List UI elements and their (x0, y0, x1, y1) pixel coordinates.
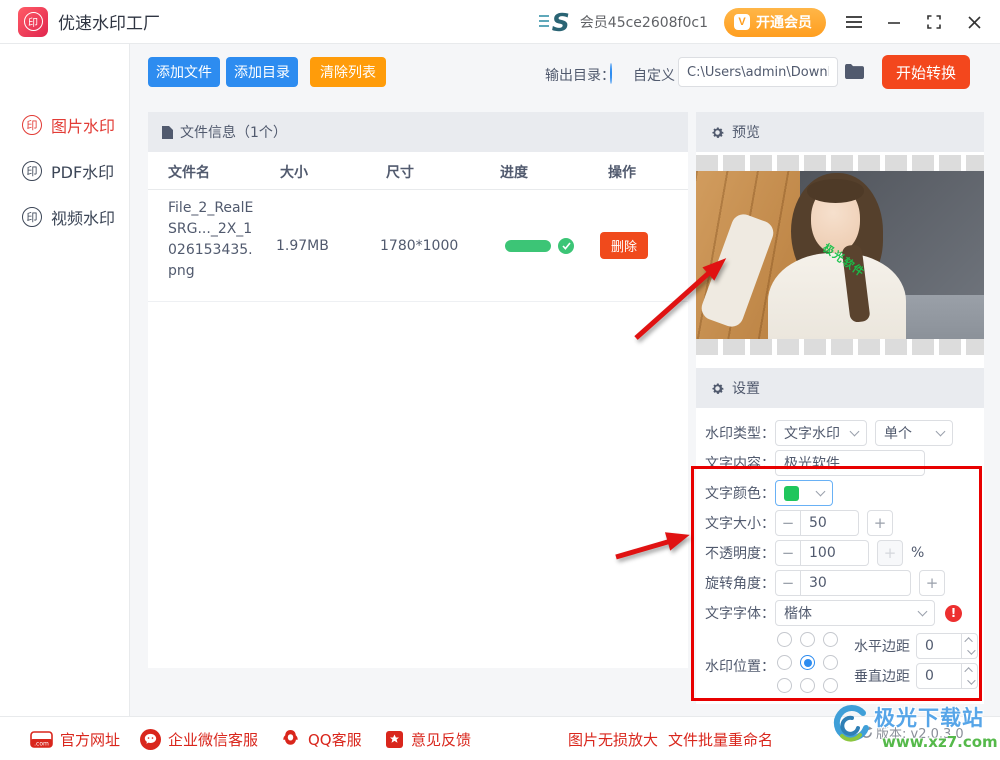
lossless-enlarge-link[interactable]: 图片无损放大 (568, 717, 658, 760)
watermark-mode-select[interactable]: 单个 (875, 420, 953, 446)
progress-bar (505, 240, 551, 252)
start-convert-button[interactable]: 开始转换 (882, 55, 970, 89)
file-size: 1.97MB (276, 238, 329, 254)
output-dir-label: 输出目录： (545, 65, 615, 85)
sidebar: 印 图片水印 印 PDF水印 印 视频水印 (0, 44, 130, 716)
feedback-link[interactable]: 意见反馈 (385, 717, 471, 760)
wechat-icon (140, 729, 161, 750)
app-window: 印 优速水印工厂 S 会员45ce2608f0c1 V 开通会员 (0, 0, 1000, 760)
preview-header: 预览 (696, 112, 984, 152)
file-panel: 文件信息（1个） 文件名 大小 尺寸 进度 操作 File_2_RealESRG… (148, 112, 688, 668)
footer: .com 官方网址 企业微信客服 QQ客服 意见反馈 图片无损放大 文件批量重命… (0, 716, 1000, 760)
wechat-service-label: 企业微信客服 (168, 729, 258, 750)
qq-service-label: QQ客服 (308, 729, 362, 750)
titlebar: 印 优速水印工厂 S 会员45ce2608f0c1 V 开通会员 (0, 0, 1000, 44)
close-button[interactable] (954, 0, 994, 44)
watermark-type-label: 水印类型： (705, 423, 775, 443)
stamp-icon: 印 (22, 115, 42, 135)
feedback-icon (385, 730, 404, 749)
official-site-link[interactable]: .com 官方网址 (30, 717, 120, 760)
filmstrip-top (696, 155, 984, 171)
gear-icon (710, 381, 725, 396)
add-directory-button[interactable]: 添加目录 (226, 57, 298, 87)
photo-sweater (768, 253, 906, 339)
lossless-enlarge-label: 图片无损放大 (568, 729, 658, 750)
clear-list-button[interactable]: 清除列表 (310, 57, 386, 87)
watermark-type-value: 文字水印 (784, 423, 840, 443)
wechat-service-link[interactable]: 企业微信客服 (140, 717, 258, 760)
chevron-down-icon (936, 427, 946, 437)
row-watermark-type: 水印类型： 文字水印 单个 (705, 418, 953, 448)
speed-logo-icon: S (552, 8, 570, 37)
member-id: 会员45ce2608f0c1 (580, 12, 708, 32)
watermark-mode-value: 单个 (884, 423, 912, 443)
chevron-down-icon (850, 427, 860, 437)
sidebar-item-video-watermark[interactable]: 印 视频水印 (0, 194, 129, 240)
titlebar-right: S 会员45ce2608f0c1 V 开通会员 (552, 0, 1000, 44)
custom-output-label: 自定义 (633, 65, 675, 85)
sidebar-item-label: PDF水印 (51, 159, 114, 183)
svg-text:.com: .com (34, 740, 49, 747)
official-site-label: 官方网址 (60, 729, 120, 750)
done-check-icon (558, 238, 574, 254)
sidebar-item-label: 图片水印 (51, 113, 115, 137)
settings-header: 设置 (696, 368, 984, 408)
maximize-button[interactable] (914, 0, 954, 44)
browse-folder-icon[interactable] (845, 64, 864, 83)
qq-service-link[interactable]: QQ客服 (280, 717, 362, 760)
preview-title: 预览 (732, 122, 760, 142)
add-file-button[interactable]: 添加文件 (148, 57, 220, 87)
col-size: 大小 (280, 162, 308, 182)
table-row: File_2_RealESRG..._2X_1026153435.png 1.9… (148, 190, 688, 302)
batch-rename-label: 文件批量重命名 (668, 729, 773, 750)
dot-com-icon: .com (30, 731, 53, 748)
file-dimensions: 1780*1000 (380, 238, 458, 254)
file-info-title: 文件信息（1个） (180, 122, 287, 142)
delete-button[interactable]: 删除 (600, 232, 648, 259)
preview-image: 极光软件 (696, 171, 984, 339)
qq-icon (280, 729, 301, 750)
gear-icon (710, 125, 725, 140)
minimize-button[interactable] (874, 0, 914, 44)
feedback-label: 意见反馈 (411, 729, 471, 750)
stamp-glyph: 印 (24, 12, 43, 31)
stamp-icon: 印 (22, 161, 42, 181)
col-filename: 文件名 (168, 162, 210, 182)
filmstrip-bottom (696, 339, 984, 355)
photo-bangs (807, 179, 865, 203)
vip-label: 开通会员 (756, 12, 812, 32)
annotation-red-box (691, 466, 982, 701)
output-path-input[interactable] (678, 57, 838, 87)
sidebar-item-pdf-watermark[interactable]: 印 PDF水印 (0, 148, 129, 194)
watermark-type-select[interactable]: 文字水印 (775, 420, 867, 446)
sidebar-item-label: 视频水印 (51, 205, 115, 229)
vip-icon: V (734, 14, 750, 30)
open-vip-button[interactable]: V 开通会员 (724, 8, 826, 37)
col-dimensions: 尺寸 (386, 162, 414, 182)
app-logo-icon: 印 (18, 7, 48, 37)
col-action: 操作 (608, 162, 636, 182)
batch-rename-link[interactable]: 文件批量重命名 (668, 717, 773, 760)
file-info-header: 文件信息（1个） (148, 112, 688, 152)
menu-icon[interactable] (834, 0, 874, 44)
custom-output-radio[interactable] (610, 63, 612, 84)
stamp-icon: 印 (22, 207, 42, 227)
settings-title: 设置 (732, 378, 760, 398)
sidebar-item-image-watermark[interactable]: 印 图片水印 (0, 102, 129, 148)
app-title: 优速水印工厂 (58, 9, 160, 34)
table-header: 文件名 大小 尺寸 进度 操作 (148, 152, 688, 190)
col-progress: 进度 (500, 162, 528, 182)
document-icon (162, 126, 173, 139)
file-name: File_2_RealESRG..._2X_1026153435.png (168, 198, 258, 282)
